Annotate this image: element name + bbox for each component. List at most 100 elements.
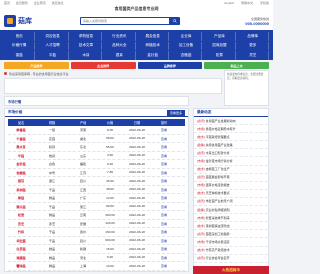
nav-item[interactable]: 加工设备 <box>171 41 203 50</box>
nav-item[interactable]: 品种大全 <box>104 41 136 50</box>
nav-item[interactable]: 杏鲍菇 <box>171 51 203 60</box>
news-item[interactable]: [资讯] 食用菌产业发展新动向 <box>194 117 268 126</box>
table-row[interactable]: 鲜香菇 一级 河南 8.00 2022-06-18 查看 <box>8 126 185 135</box>
table-row[interactable]: 灵芝 赤芝 安徽 120.00 2022-06-18 查看 <box>8 220 185 228</box>
nav-item[interactable]: 人才招聘 <box>37 41 69 50</box>
nav-item[interactable]: 价格行情 <box>4 41 36 50</box>
more-button[interactable]: 查看更多 <box>166 109 185 116</box>
cell-name: 松茸 <box>17 213 25 218</box>
search-input[interactable] <box>80 17 170 25</box>
search-button[interactable] <box>170 17 180 25</box>
nav-item[interactable]: 展会信息 <box>138 32 169 41</box>
news-item[interactable]: [市场] 金针菇市场行情分析 <box>194 157 268 166</box>
news-item[interactable]: [技术] 竹荪高产栽培技术 <box>194 247 268 255</box>
promo-item[interactable]: 产品推荐 <box>4 62 69 69</box>
nav-item[interactable]: 金针菇 <box>138 51 169 60</box>
cell-op[interactable]: 查看 <box>150 136 178 141</box>
cell-op[interactable]: 查看 <box>150 246 178 251</box>
cell-op[interactable]: 查看 <box>150 161 178 166</box>
cell-op[interactable]: 查看 <box>150 238 178 243</box>
nav-item[interactable]: 木耳 <box>71 51 103 60</box>
news-item[interactable]: [资讯] 菌菇深加工新趋势 <box>194 230 268 239</box>
promo-item[interactable]: 新品上市 <box>204 62 269 69</box>
top-link[interactable]: 供应信息 <box>52 1 64 5</box>
nav-item[interactable]: 松茸 <box>204 51 236 60</box>
cell-op[interactable]: 查看 <box>150 127 178 132</box>
nav-item[interactable]: 产品库 <box>204 32 236 41</box>
promo-item[interactable]: 企业推荐 <box>70 62 136 69</box>
top-link[interactable]: 会员服务 <box>16 1 28 5</box>
news-item[interactable]: [政策] 扶持食用菌产业政策 <box>194 141 268 150</box>
nav-item[interactable]: 品牌库 <box>238 32 269 41</box>
nav-item[interactable]: 技术文章 <box>71 41 103 50</box>
table-row[interactable]: 银耳 通江 四川 45.00 2022-06-18 查看 <box>8 177 185 186</box>
news-item[interactable]: [资讯] 木耳出口形势分析 <box>194 149 268 158</box>
nav-item[interactable]: 灵芝 <box>238 51 269 60</box>
table-row[interactable]: 平菇 统货 山东 4.50 2022-06-18 查看 <box>8 152 185 160</box>
nav-item[interactable]: 供应信息 <box>37 32 69 41</box>
table-row[interactable]: 松茸 鲜品 云南 300.00 2022-06-18 查看 <box>8 211 185 220</box>
table-row[interactable]: 蟹味菇 鲜品 上海 10.00 2022-06-18 查看 <box>8 262 185 271</box>
cell-op[interactable]: 查看 <box>150 144 178 149</box>
cell-date: 2022-06-18 <box>129 178 145 183</box>
news-tag: [市场] <box>197 126 205 131</box>
cell-op[interactable]: 查看 <box>150 153 178 158</box>
table-row[interactable]: 猴头菇 干品 浙江 80.00 2022-06-18 查看 <box>8 203 185 211</box>
nav-item[interactable]: 招商加盟 <box>204 41 236 50</box>
cell-op[interactable]: 查看 <box>150 178 178 183</box>
table-row[interactable]: 干香菇 花菇 湖北 68.00 2022-06-18 查看 <box>8 135 185 143</box>
news-item[interactable]: [市场] 香菇价格近期稳中有升 <box>194 125 268 134</box>
table-row[interactable]: 草菇 鲜品 广东 12.00 2022-06-18 查看 <box>8 194 185 203</box>
news-item[interactable]: [市场] 松茸采收季节到来 <box>194 214 268 223</box>
cell-op[interactable]: 查看 <box>150 212 178 217</box>
language-link[interactable]: 繁體中文 <box>241 1 253 5</box>
cell-op[interactable]: 查看 <box>150 204 178 209</box>
news-item[interactable]: [资讯] 菌菇展会即将开幕 <box>194 174 268 182</box>
cell-op[interactable]: 查看 <box>150 195 178 200</box>
news-item[interactable]: [市场] 银耳价格走势报告 <box>194 182 268 190</box>
nav-item[interactable]: 首页 <box>4 32 36 41</box>
logo[interactable]: 菇库 <box>4 15 74 27</box>
table-row[interactable]: 杏鲍菇 中号 江苏 7.80 2022-06-18 查看 <box>8 169 185 177</box>
mobile-link[interactable]: 手机版 <box>260 1 269 5</box>
cell-op[interactable]: 查看 <box>150 229 178 234</box>
news-text: 杏鲍菇工厂化生产 <box>205 167 230 172</box>
cell-op[interactable]: 查看 <box>150 170 178 175</box>
cell-op[interactable]: 查看 <box>150 187 178 192</box>
nav-item[interactable]: 企业库 <box>171 32 203 41</box>
cell-op[interactable]: 查看 <box>150 255 178 260</box>
nav-item[interactable]: 银耳 <box>104 51 136 60</box>
cell-name: 灵芝 <box>17 221 25 226</box>
news-item[interactable]: [技术] 茶树菇病虫害防治 <box>194 222 268 231</box>
nav-item[interactable]: 平菇 <box>37 51 69 60</box>
table-row[interactable]: 白灵菇 鲜品 新疆 15.00 2022-06-18 查看 <box>8 245 185 254</box>
news-item[interactable]: [资讯] 羊肚菌产业前景广阔 <box>194 198 268 207</box>
promo-item[interactable]: 品牌推荐 <box>137 62 203 69</box>
news-item[interactable]: [技术] 平菇栽培管理要点 <box>194 133 268 142</box>
footer-ad-banner[interactable]: 火热招商中 <box>193 266 269 274</box>
cell-op[interactable]: 查看 <box>150 263 178 268</box>
news-item[interactable]: [技术] 灵芝种植技术要点 <box>194 190 268 198</box>
cell-name: 杏鲍菇 <box>16 170 26 175</box>
top-link[interactable]: 首页 <box>4 1 10 5</box>
cell-price: 4.50 <box>106 153 114 158</box>
language-link[interactable]: English <box>224 1 234 5</box>
table-row[interactable]: 茶树菇 干品 江西 38.00 2022-06-18 查看 <box>8 186 185 194</box>
search-bar <box>80 17 180 25</box>
nav-item[interactable]: 更多 <box>238 41 269 50</box>
news-item[interactable]: [市场] 干货市场交易活跃 <box>194 238 268 247</box>
top-link[interactable]: 企业黄页 <box>34 1 46 5</box>
nav-item[interactable]: 香菇 <box>4 51 36 60</box>
news-item[interactable]: [政策] 农业补贴申报通知 <box>194 206 268 215</box>
table-row[interactable]: 竹荪 干品 贵州 150.00 2022-06-18 查看 <box>8 228 185 237</box>
nav-item[interactable]: 种植技术 <box>138 41 169 50</box>
table-row[interactable]: 金针菇 白色 福建 6.20 2022-06-18 查看 <box>8 160 185 169</box>
table-row[interactable]: 鸡腿菇 鲜品 河北 6.00 2022-06-18 查看 <box>8 254 185 262</box>
table-row[interactable]: 黑木耳 秋耳 东北 55.00 2022-06-18 查看 <box>8 143 185 152</box>
nav-item[interactable]: 行业资讯 <box>104 32 136 41</box>
nav-item[interactable]: 求购信息 <box>71 32 103 41</box>
news-item[interactable]: [技术] 杏鲍菇工厂化生产 <box>194 166 268 174</box>
news-item[interactable]: [资讯] 行业协会年会召开 <box>194 255 268 263</box>
table-row[interactable]: 羊肚菌 干品 四川 900.00 2022-06-18 查看 <box>8 237 185 245</box>
cell-op[interactable]: 查看 <box>150 221 178 226</box>
